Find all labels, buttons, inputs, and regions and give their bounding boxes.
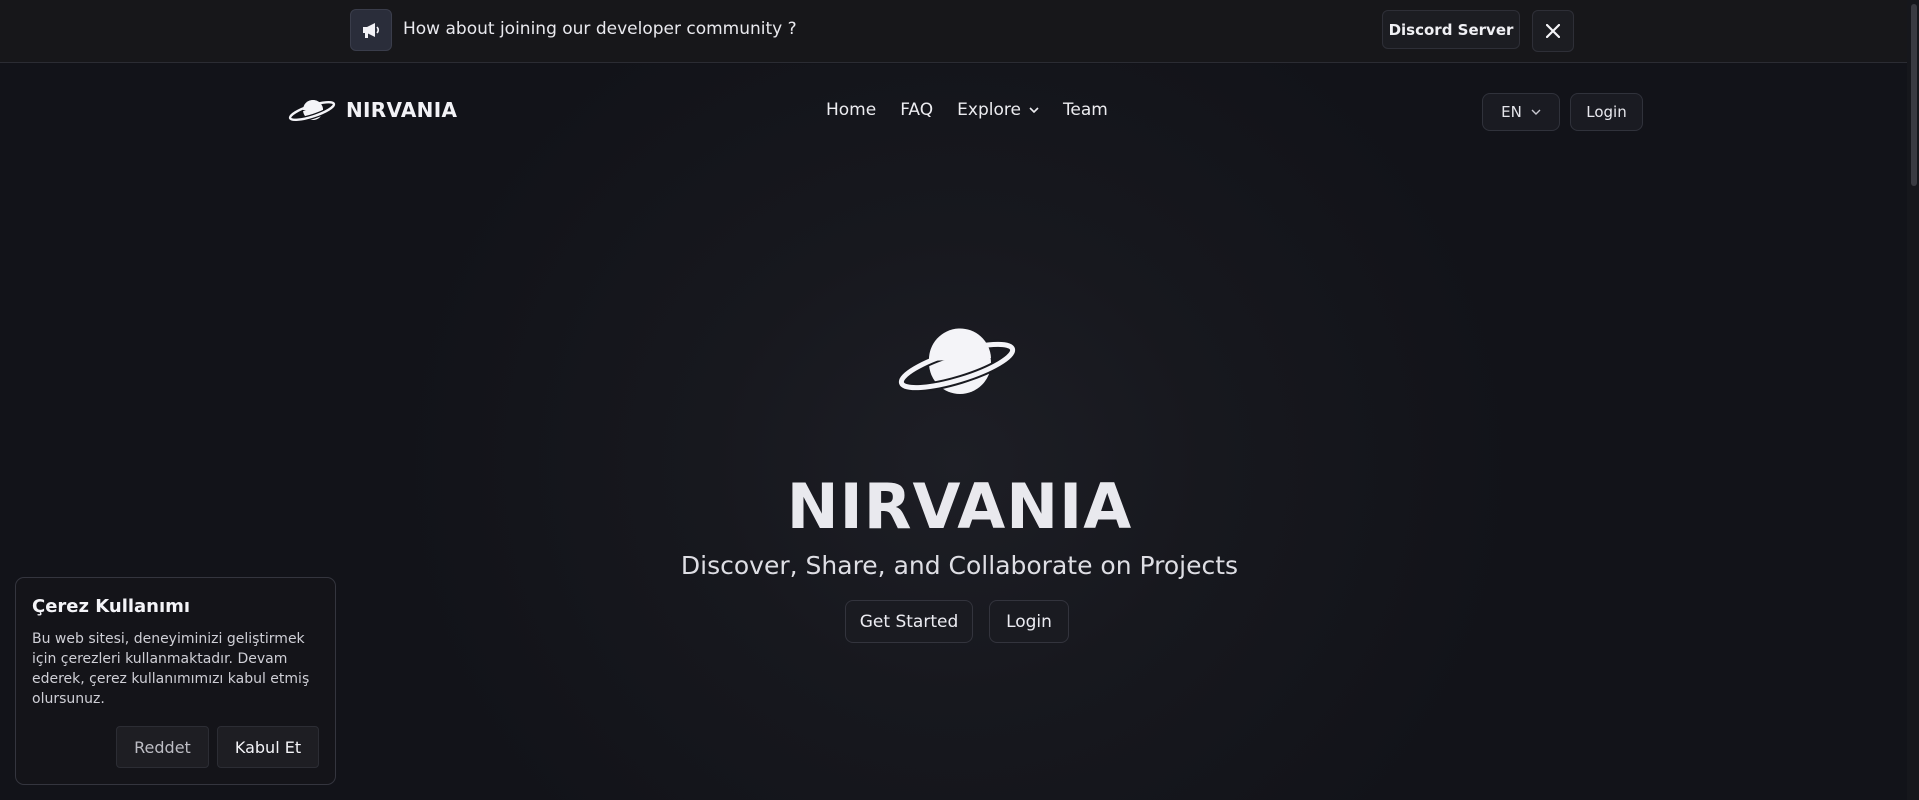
megaphone-icon — [350, 9, 392, 51]
cookie-consent-panel: Çerez Kullanımı Bu web sitesi, deneyimin… — [15, 577, 336, 785]
nav-explore-label: Explore — [957, 100, 1021, 120]
chevron-down-icon — [1531, 109, 1541, 115]
planet-logo-icon — [896, 328, 1018, 394]
cookie-text: Bu web sitesi, deneyiminizi geliştirmek … — [32, 631, 310, 707]
nav-faq[interactable]: FAQ — [900, 100, 933, 120]
cookie-actions: Reddet Kabul Et — [116, 726, 319, 768]
page-scrollbar[interactable] — [1907, 0, 1919, 800]
close-icon — [1546, 24, 1560, 38]
main-navigation: Home FAQ Explore Team — [826, 100, 1132, 120]
brand-logo-link[interactable]: NIRVANIA — [288, 96, 457, 124]
chevron-down-icon — [1029, 107, 1039, 113]
hero-login-button[interactable]: Login — [989, 600, 1069, 643]
accept-cookies-button[interactable]: Kabul Et — [217, 726, 319, 768]
hero-actions: Get Started Login — [845, 600, 1069, 643]
scrollbar-thumb[interactable] — [1911, 4, 1917, 186]
reject-cookies-button[interactable]: Reddet — [116, 726, 209, 768]
announcement-bar: How about joining our developer communit… — [0, 0, 1919, 63]
language-value: EN — [1501, 103, 1522, 121]
discord-server-button[interactable]: Discord Server — [1382, 10, 1520, 49]
nav-login-button[interactable]: Login — [1570, 93, 1643, 131]
close-announcement-button[interactable] — [1532, 10, 1574, 52]
language-select[interactable]: EN — [1482, 93, 1560, 131]
hero-planet-logo — [896, 328, 1018, 402]
cookie-title: Çerez Kullanımı — [32, 596, 191, 617]
nav-team[interactable]: Team — [1063, 100, 1108, 120]
planet-logo-icon — [288, 99, 336, 123]
hero-subtitle: Discover, Share, and Collaborate on Proj… — [680, 551, 1239, 580]
nav-home[interactable]: Home — [826, 100, 876, 120]
announcement-text: How about joining our developer communit… — [403, 19, 797, 39]
hero-title: NIRVANIA — [786, 470, 1133, 543]
brand-name: NIRVANIA — [346, 98, 458, 122]
get-started-button[interactable]: Get Started — [845, 600, 973, 643]
nav-explore[interactable]: Explore — [957, 100, 1039, 120]
